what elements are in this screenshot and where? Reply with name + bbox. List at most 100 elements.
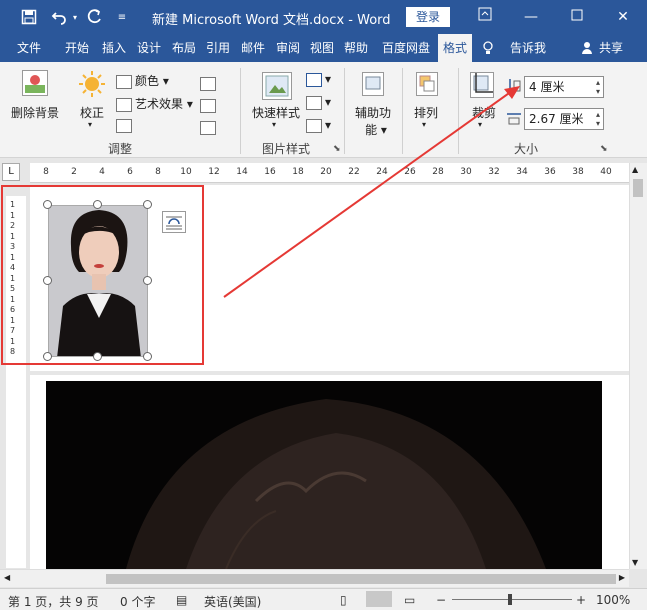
ruler-tick: 30: [460, 167, 472, 177]
scroll-right-icon[interactable]: ▶: [619, 573, 625, 582]
document-area[interactable]: [30, 185, 629, 575]
ruler-tick: 38: [572, 167, 584, 177]
word-count[interactable]: 0 个字: [120, 593, 155, 610]
art-effects-button[interactable]: 艺术效果 ▾: [116, 95, 193, 112]
resize-handle-right[interactable]: [143, 276, 152, 285]
dialog-launcher-icon[interactable]: ⬊: [333, 144, 341, 154]
layout-options-icon[interactable]: [162, 211, 186, 233]
tab-format[interactable]: 格式: [438, 34, 472, 62]
resize-handle-bottom-left[interactable]: [43, 352, 52, 361]
share-button[interactable]: 共享: [596, 34, 626, 62]
art-effects-label: 艺术效果: [135, 97, 184, 111]
lightbulb-icon[interactable]: [480, 34, 496, 62]
horizontal-scroll-thumb[interactable]: [106, 574, 616, 584]
undo-icon[interactable]: [48, 7, 70, 27]
size-dialog-launcher-icon[interactable]: ⬊: [600, 144, 608, 154]
zoom-level[interactable]: 100%: [596, 593, 630, 607]
zoom-out-icon[interactable]: −: [436, 593, 446, 607]
vertical-scroll-thumb[interactable]: [633, 179, 643, 197]
height-icon: [506, 78, 522, 97]
maximize-icon[interactable]: [562, 5, 592, 29]
tab-help[interactable]: 帮助: [341, 34, 371, 62]
tab-mailings[interactable]: 邮件: [238, 34, 268, 62]
zoom-in-icon[interactable]: +: [576, 593, 586, 607]
accessibility-button[interactable]: 辅助功 能 ▾: [355, 104, 391, 138]
scroll-down-icon[interactable]: ▼: [632, 558, 638, 567]
scroll-up-icon[interactable]: ▲: [632, 165, 638, 174]
web-layout-icon[interactable]: ▭: [404, 593, 415, 607]
correct-dropdown-icon[interactable]: ▾: [88, 120, 92, 129]
tab-baidu-netdisk[interactable]: 百度网盘: [378, 34, 434, 62]
crop-button[interactable]: 裁剪: [472, 104, 496, 121]
arrange-button[interactable]: 排列: [414, 104, 438, 121]
read-mode-icon[interactable]: ▯: [340, 593, 347, 607]
reset-picture-button[interactable]: [200, 120, 219, 135]
ruler-tick: 1: [10, 231, 16, 241]
tab-review[interactable]: 审阅: [273, 34, 303, 62]
remove-background-button[interactable]: 删除背景: [11, 104, 59, 121]
tell-me-search[interactable]: 告诉我: [506, 34, 550, 62]
login-button[interactable]: 登录: [406, 7, 450, 27]
quick-styles-button[interactable]: 快速样式: [252, 104, 300, 121]
tab-view[interactable]: 视图: [307, 34, 337, 62]
tab-home[interactable]: 开始: [62, 34, 92, 62]
resize-handle-bottom[interactable]: [93, 352, 102, 361]
quick-styles-icon: [262, 72, 292, 100]
tab-design[interactable]: 设计: [134, 34, 164, 62]
correct-button[interactable]: 校正: [80, 104, 104, 121]
zoom-slider[interactable]: [452, 599, 572, 600]
ruler-tick: 2: [10, 221, 16, 230]
picture-border-button[interactable]: ▾: [306, 72, 331, 87]
ruler-tick: 1: [10, 210, 16, 220]
language-indicator[interactable]: 英语(美国): [204, 593, 261, 610]
arrange-dropdown-icon[interactable]: ▾: [422, 120, 426, 129]
save-icon[interactable]: [18, 7, 40, 27]
group-picture-styles-label: 图片样式: [261, 142, 310, 156]
vertical-ruler[interactable]: 112131415161718: [6, 196, 26, 568]
spin-arrows-icon[interactable]: ▴ ▾: [596, 78, 600, 96]
close-icon[interactable]: ✕: [608, 5, 638, 29]
large-picture[interactable]: [46, 381, 602, 569]
transparency-button[interactable]: [116, 118, 135, 133]
resize-handle-bottom-right[interactable]: [143, 352, 152, 361]
tab-references[interactable]: 引用: [203, 34, 233, 62]
undo-dropdown-icon[interactable]: ▾: [70, 7, 80, 27]
width-input[interactable]: 2.67 厘米 ▴ ▾: [524, 108, 604, 130]
print-layout-icon[interactable]: [366, 591, 392, 607]
tab-file[interactable]: 文件: [10, 34, 48, 62]
page-count[interactable]: 第 1 页，共 9 页: [8, 593, 99, 610]
zoom-slider-thumb[interactable]: [508, 594, 512, 605]
vertical-scrollbar[interactable]: ▲ ▼: [629, 163, 647, 569]
ruler-tick: 4: [10, 263, 16, 272]
tab-selector-icon[interactable]: L: [2, 163, 20, 181]
ruler-tick: 36: [544, 167, 556, 177]
resize-handle-top-left[interactable]: [43, 200, 52, 209]
resize-handle-top-right[interactable]: [143, 200, 152, 209]
minimize-icon[interactable]: —: [516, 5, 546, 29]
horizontal-scrollbar[interactable]: ◀ ▶: [0, 569, 629, 587]
redo-icon[interactable]: [84, 7, 106, 27]
tab-layout[interactable]: 布局: [169, 34, 199, 62]
page-1[interactable]: [30, 185, 629, 371]
resize-handle-left[interactable]: [43, 276, 52, 285]
spin-arrows-icon[interactable]: ▴ ▾: [596, 110, 600, 128]
compress-pictures-button[interactable]: [200, 76, 219, 91]
ribbon-display-icon[interactable]: [470, 5, 500, 29]
quick-styles-dropdown-icon[interactable]: ▾: [272, 120, 276, 129]
change-picture-button[interactable]: [200, 98, 219, 113]
crop-dropdown-icon[interactable]: ▾: [478, 120, 482, 129]
color-button[interactable]: 颜色 ▾: [116, 72, 169, 89]
height-input[interactable]: 4 厘米 ▴ ▾: [524, 76, 604, 98]
share-icon[interactable]: [580, 34, 594, 62]
selected-picture[interactable]: [48, 205, 148, 357]
page-2[interactable]: [30, 375, 629, 575]
horizontal-ruler[interactable]: 8 2 4 6 8 10 12 14 16 18 20 22 24 26 28 30 32 34 36 38 40: [30, 163, 629, 183]
picture-layout-button[interactable]: ▾: [306, 118, 331, 133]
scroll-left-icon[interactable]: ◀: [4, 573, 10, 582]
picture-effects-button[interactable]: ▾: [306, 95, 331, 110]
ruler-tick: 1: [10, 315, 16, 325]
customize-icon[interactable]: ≡: [114, 7, 130, 27]
tab-insert[interactable]: 插入: [99, 34, 129, 62]
resize-handle-top[interactable]: [93, 200, 102, 209]
proofing-icon[interactable]: ▤: [176, 593, 187, 607]
